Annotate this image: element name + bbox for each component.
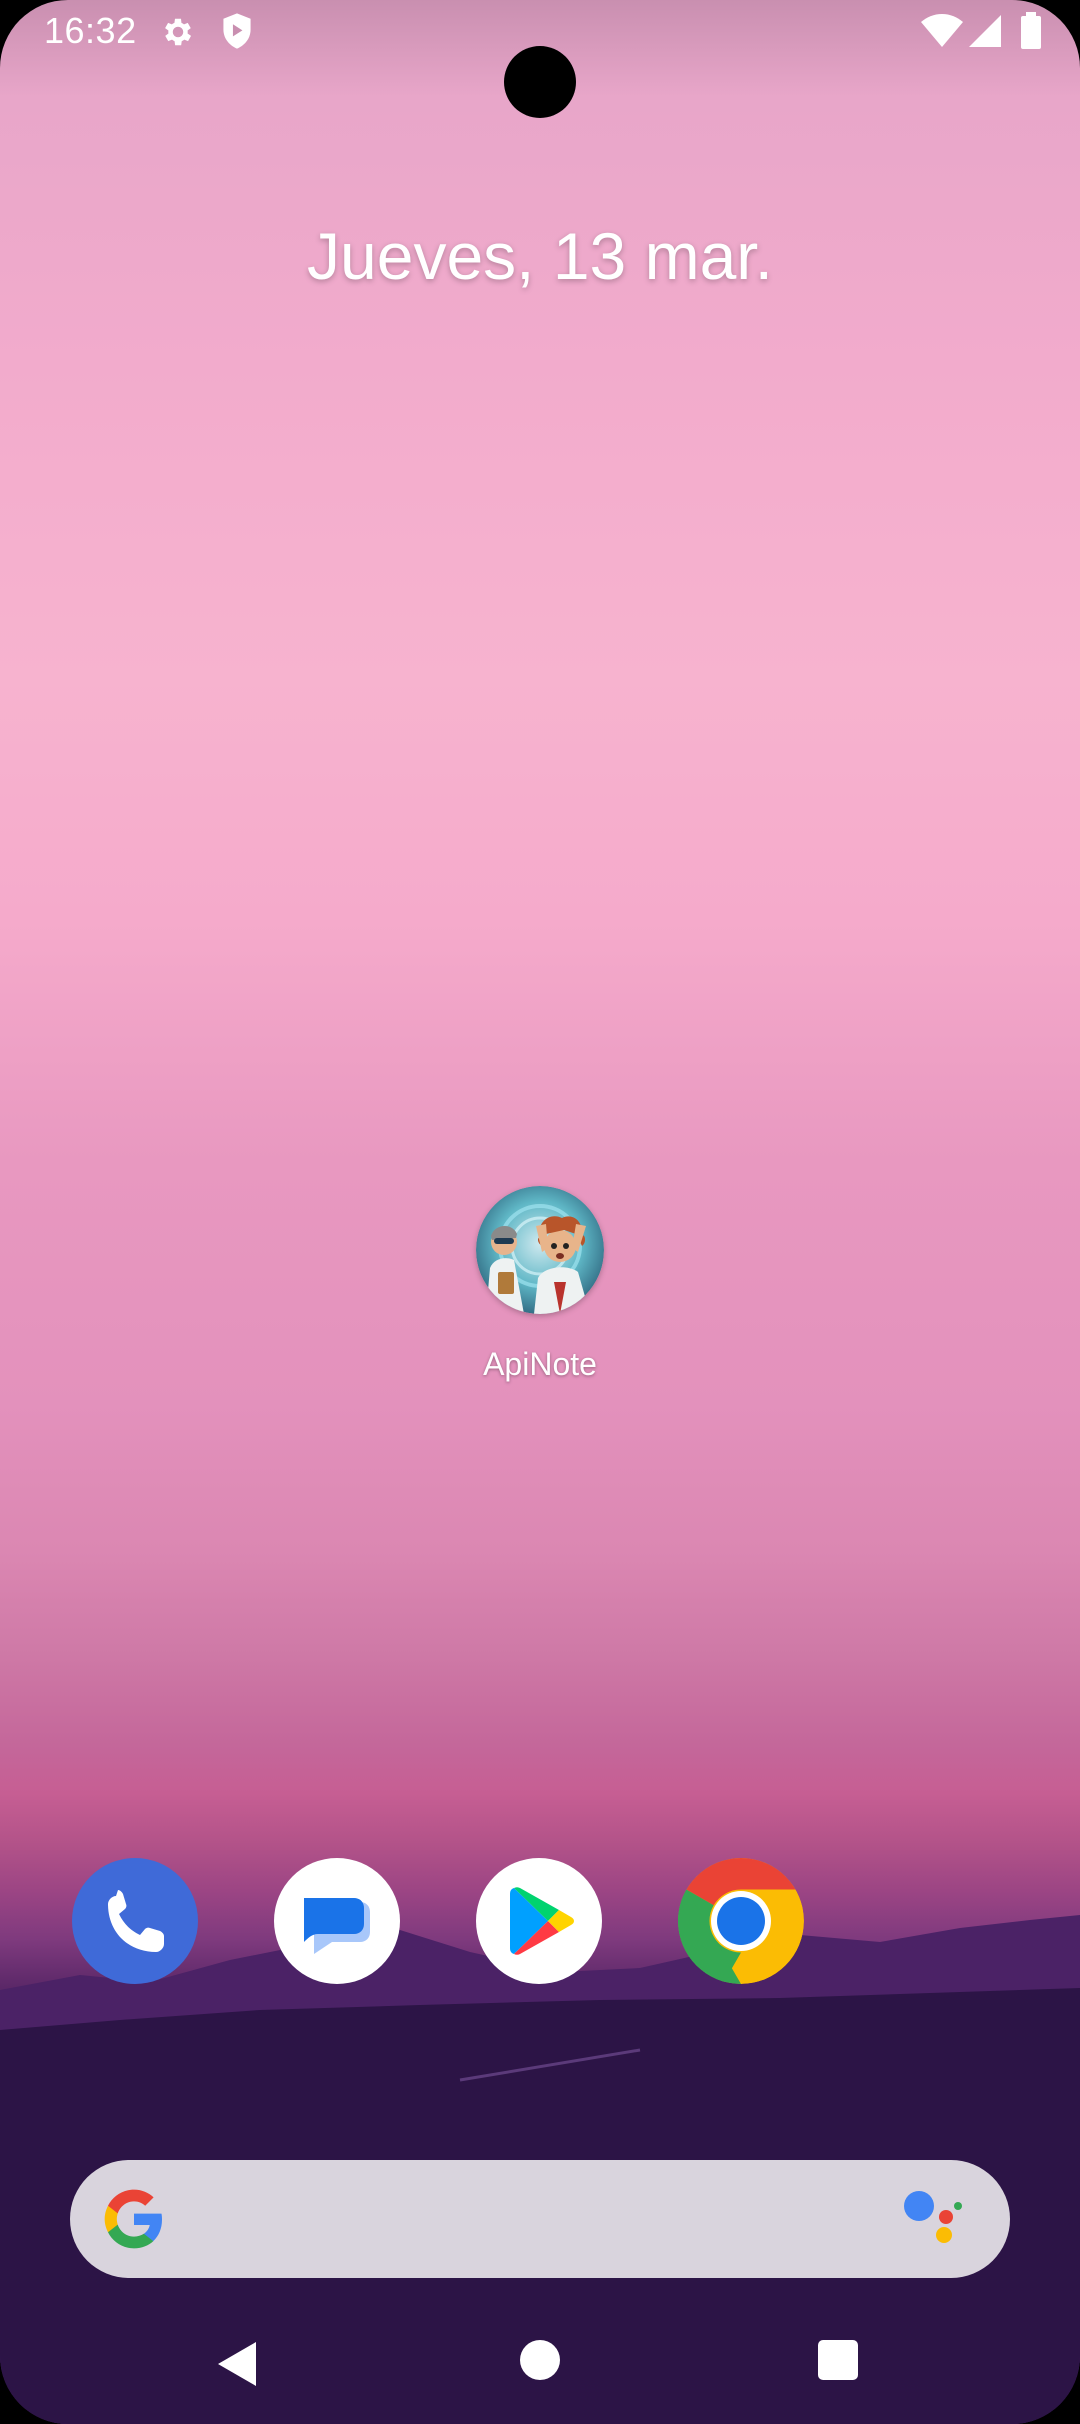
home-screen: 16:32 Jueves, 13 mar. ApiNote — [0, 0, 1080, 2424]
apinote-label: ApiNote — [483, 1346, 597, 1382]
shield-icon — [223, 13, 251, 49]
back-button[interactable] — [210, 2336, 266, 2392]
play-store-app-button[interactable] — [476, 1858, 602, 1984]
play-store-icon — [510, 1887, 574, 1955]
chrome-icon — [678, 1858, 804, 1984]
gear-icon — [165, 18, 192, 46]
signal-icon — [969, 15, 1001, 47]
phone-app-button[interactable] — [72, 1858, 198, 1984]
wifi-icon — [921, 14, 963, 47]
date-widget[interactable]: Jueves, 13 mar. — [0, 218, 1080, 294]
messages-icon — [304, 1898, 370, 1954]
chrome-app-button[interactable] — [678, 1858, 804, 1984]
apinote-icon[interactable] — [476, 1186, 604, 1314]
recents-button[interactable] — [818, 2340, 858, 2380]
battery-icon — [1021, 12, 1041, 49]
phone-icon — [108, 1890, 164, 1952]
camera-cutout — [504, 46, 576, 118]
status-clock: 16:32 — [44, 10, 137, 51]
messages-app-button[interactable] — [274, 1858, 400, 1984]
google-g-icon — [104, 2189, 162, 2249]
google-search-bar[interactable] — [70, 2160, 1010, 2278]
assistant-icon[interactable] — [902, 2186, 966, 2250]
app-apinote[interactable]: ApiNote — [460, 1186, 620, 1386]
home-button[interactable] — [520, 2340, 560, 2380]
